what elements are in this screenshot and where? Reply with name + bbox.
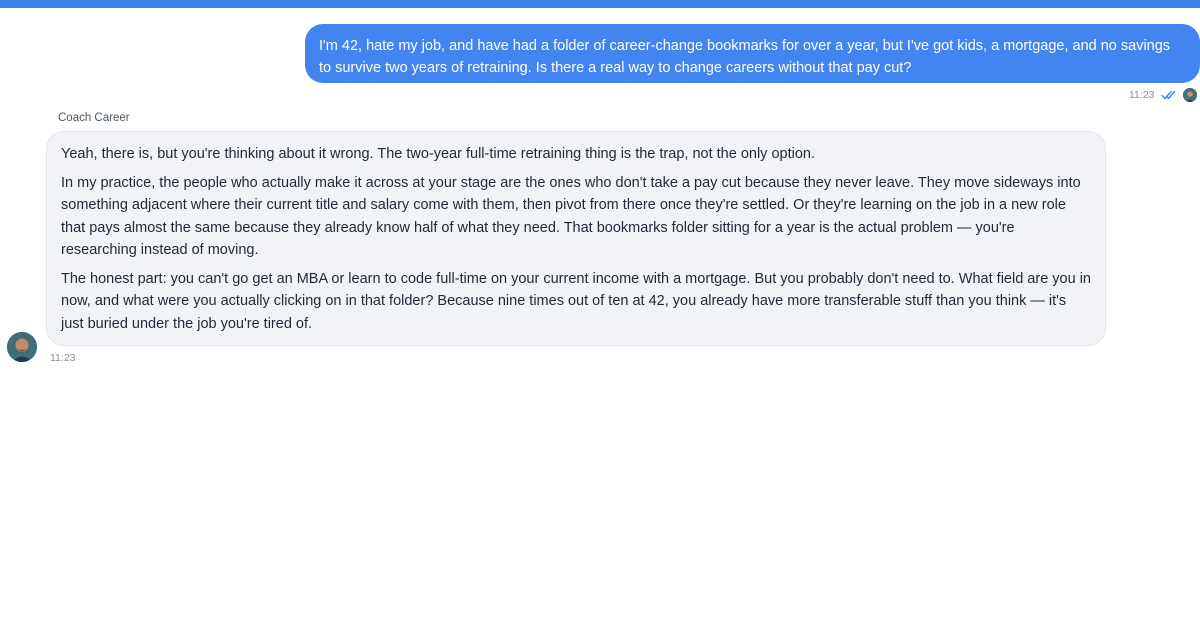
user-message-bubble: I'm 42, hate my job, and have had a fold…: [305, 24, 1200, 83]
bot-message-paragraph: In my practice, the people who actually …: [61, 174, 1081, 259]
bot-message-paragraph: The honest part: you can't go get an MBA…: [61, 270, 1091, 332]
user-message-meta: 11:23: [1129, 88, 1177, 102]
bot-sender-name: Coach Career: [58, 112, 130, 124]
top-accent-bar: [0, 0, 1200, 8]
bot-message-time: 11:23: [50, 352, 76, 364]
user-avatar-icon: [1183, 88, 1197, 102]
bot-message-bubble: Yeah, there is, but you're thinking abou…: [46, 131, 1106, 346]
user-message-text: I'm 42, hate my job, and have had a fold…: [319, 38, 1171, 76]
bot-message-paragraph: Yeah, there is, but you're thinking abou…: [61, 146, 815, 162]
coach-avatar-icon: [7, 332, 37, 362]
user-message-time: 11:23: [1129, 89, 1155, 101]
double-check-icon: [1160, 90, 1175, 100]
